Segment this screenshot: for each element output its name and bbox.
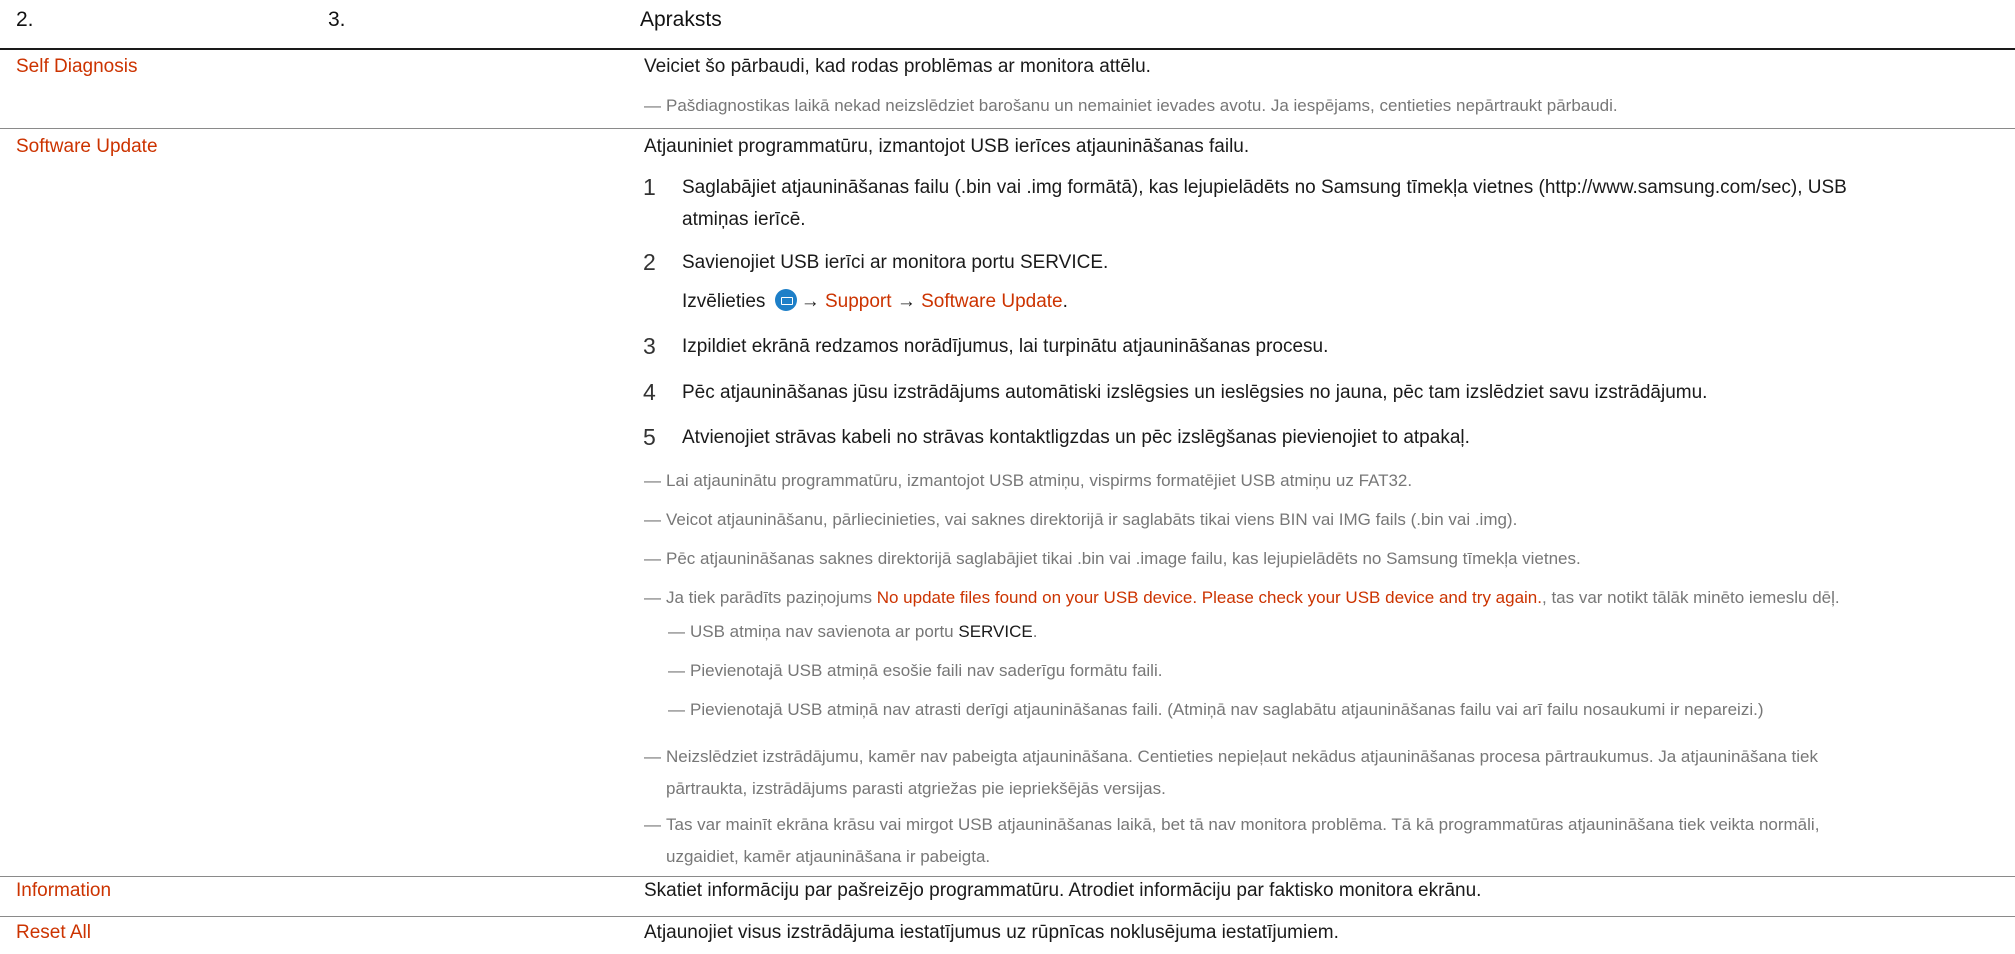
reset-all-description: Atjaunojiet visus izstrādājuma iestatīju… xyxy=(644,922,1339,943)
update-subnote: ― Pievienotajā USB atmiņā nav atrasti der… xyxy=(668,700,1764,719)
self-diagnosis-description: Veiciet šo pārbaudi, kad rodas problēmas… xyxy=(644,56,1151,77)
step-text: Savienojiet USB ierīci ar monitora portu… xyxy=(682,252,1109,273)
error-message: No update files found on your USB device… xyxy=(876,588,1542,607)
menu-icon xyxy=(774,289,797,311)
step-text: Atvienojiet strāvas kabeli no strāvas ko… xyxy=(682,427,1470,448)
setting-reset-all: Reset All xyxy=(16,922,91,943)
setting-information: Information xyxy=(16,880,112,901)
update-subnote: ― Pievienotajā USB atmiņā esošie faili na… xyxy=(668,661,1163,680)
header-rule xyxy=(0,48,2015,50)
step-number: 2 xyxy=(643,249,656,275)
information-description: Skatiet informāciju par pašreizējo progr… xyxy=(644,880,1482,901)
setting-self-diagnosis: Self Diagnosis xyxy=(16,56,138,77)
update-note: ― Pēc atjaunināšanas saknes direktorijā s… xyxy=(644,549,1581,568)
self-diagnosis-note: ― Pašdiagnostikas laikā nekad neizslēdzie… xyxy=(644,96,1618,115)
row-divider xyxy=(0,916,2015,917)
step-text: Pēc atjaunināšanas jūsu izstrādājums aut… xyxy=(682,382,1708,403)
step-number: 4 xyxy=(643,379,656,405)
update-note: ― Lai atjauninātu programmatūru, izmantoj… xyxy=(644,471,1413,490)
row-divider xyxy=(0,128,2015,129)
step-text: Saglabājiet atjaunināšanas failu (.bin v… xyxy=(682,177,1847,230)
port-name: SERVICE xyxy=(1019,252,1104,273)
setting-software-update: Software Update xyxy=(16,136,158,157)
step-number: 1 xyxy=(643,174,656,200)
note-mark: ― xyxy=(644,96,661,115)
header-col2: 3. xyxy=(328,8,346,31)
update-subnote: ― USB atmiņa nav savienota ar portu SERVI… xyxy=(668,622,1038,641)
menu-software-update: Software Update xyxy=(921,291,1063,312)
manual-page: 2. 3. Apraksts Self Diagnosis Veiciet šo… xyxy=(0,0,2015,954)
menu-support: Support xyxy=(824,291,892,312)
header-col1: 2. xyxy=(16,8,34,31)
header-col3: Apraksts xyxy=(640,8,722,31)
update-note: ― Neizslēdziet izstrādājumu, kamēr nav pa… xyxy=(644,747,1818,798)
row-divider xyxy=(0,876,2015,877)
update-note: ― Tas var mainīt ekrāna krāsu vai mirgot … xyxy=(644,815,1820,866)
update-note: ― Ja tiek parādīts paziņojums No update f… xyxy=(644,588,1840,607)
step-number: 3 xyxy=(643,333,656,359)
menu-path: Izvēlieties → Support → Software Update. xyxy=(682,289,1068,312)
step-number: 5 xyxy=(643,424,656,450)
step-text: Izpildiet ekrānā redzamos norādījumus, l… xyxy=(682,336,1329,357)
update-note: ― Veicot atjaunināšanu, pārliecinieties, … xyxy=(644,510,1518,529)
software-update-description: Atjauniniet programmatūru, izmantojot US… xyxy=(644,136,1250,157)
